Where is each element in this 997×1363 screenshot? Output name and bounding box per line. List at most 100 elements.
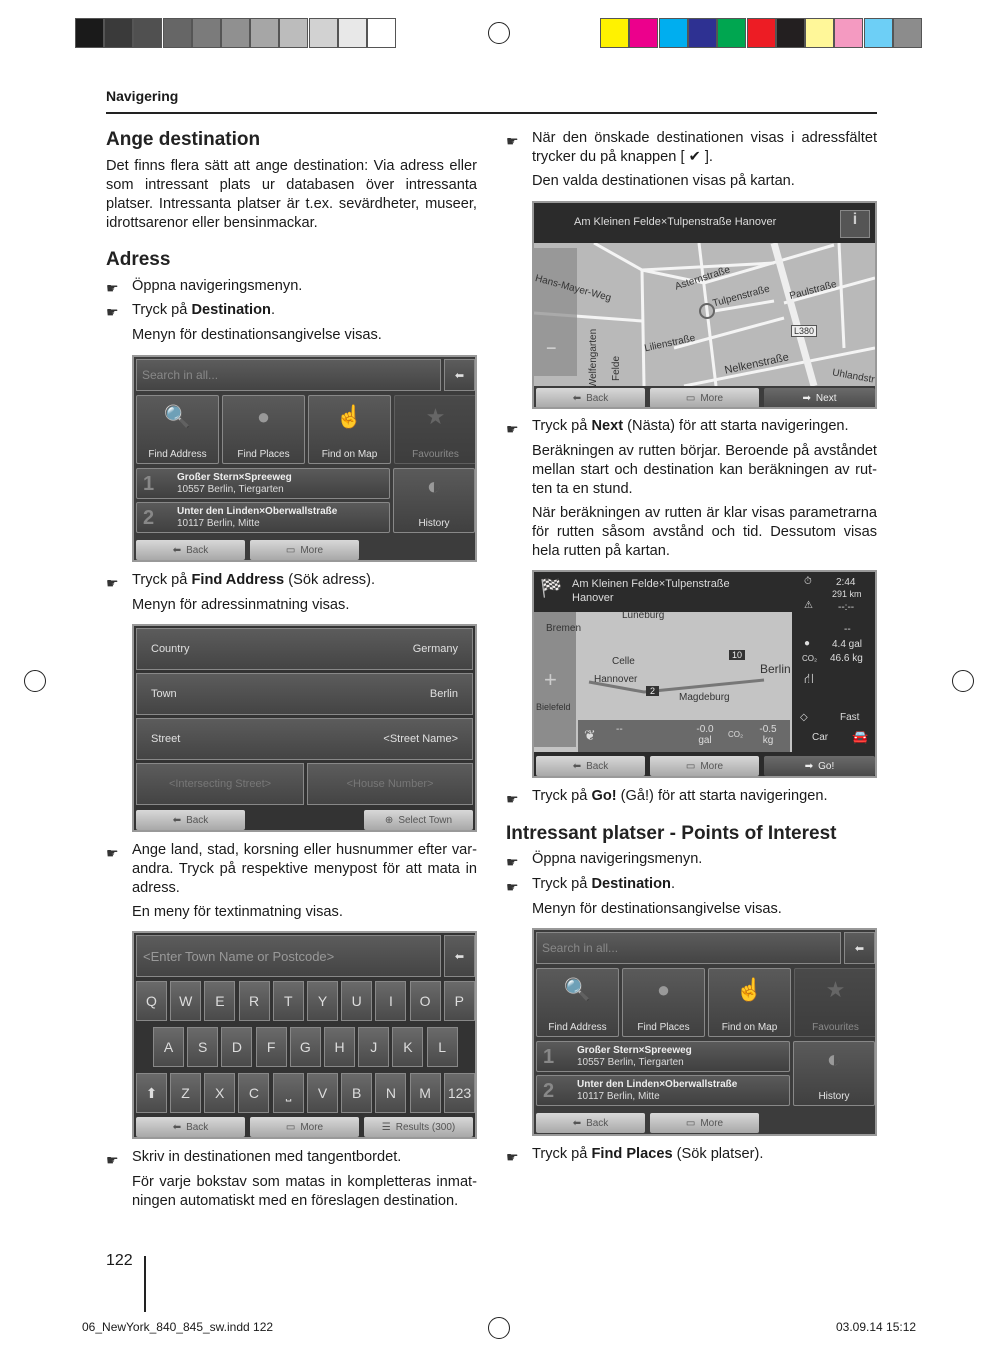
search-field: Search in all... [536, 932, 841, 964]
tile-label: Find Address [548, 1022, 607, 1033]
key-k: K [392, 1027, 424, 1067]
fuel-drop-icon: ● [804, 638, 811, 649]
color-swatch [893, 18, 922, 48]
route-time: 2:44 [836, 577, 856, 588]
eco-fuel: -0.0 gal [696, 724, 714, 746]
destination-menu-screenshot: Search in all... ⬅ 🔍 Find Address ● Find Plac… [132, 355, 477, 562]
pointing-hand-icon: ☝ [335, 404, 364, 429]
numbers-key: 123 [444, 1073, 475, 1113]
history-line2: 10557 Berlin, Tiergarten [177, 484, 284, 495]
map-destination-screenshot: Am Kleinen Felde×Tulpenstraße Hanover i … [532, 201, 877, 409]
step-text: Tryck på Find Address (Sök adress). [132, 572, 376, 588]
step-text: Ange land, stad, korsning eller husnumme… [132, 842, 477, 896]
route-summary-screenshot: 🏁 Am Kleinen Felde×Tulpenstraße Hanover … [532, 570, 877, 778]
calc-paragraph: När beräkningen av rutten är klar visas … [532, 505, 877, 559]
step-text: Öppna navigeringsmenyn. [132, 278, 303, 294]
route-mode: Fast [840, 712, 860, 723]
gray-swatch [308, 18, 338, 48]
route-eta: --:-- [838, 602, 855, 613]
star-icon: ★ [425, 404, 446, 429]
section-header: Navigering [106, 88, 179, 104]
row-label: Town [151, 688, 177, 700]
result-text: En meny för textinmatning visas. [132, 904, 343, 920]
step-text: Tryck på Find Places (Sök platser). [532, 1146, 764, 1162]
key-o: O [409, 981, 441, 1021]
history-line1: Unter den Linden×Oberwallstraße [577, 1079, 738, 1090]
intersecting-street-row: <Intersecting Street> [136, 763, 304, 805]
key-c: C [238, 1073, 270, 1113]
color-swatch [775, 18, 805, 48]
more-icon: ▭ [685, 392, 696, 404]
registration-mark-top [488, 22, 510, 44]
backspace-icon: ⬅ [844, 932, 875, 964]
color-swatch [834, 18, 864, 48]
heading-adress: Adress [106, 249, 171, 270]
row-label: Street [151, 733, 181, 745]
results-button: ☰ Results (300) [364, 1117, 473, 1137]
hand-pointer-icon: ☛ [506, 133, 519, 149]
button-label: Back [586, 1117, 609, 1129]
more-button: ▭ More [650, 756, 759, 776]
intro-paragraph: Det finns flera sätt att ange destinatio… [106, 158, 477, 231]
registration-mark-left [24, 670, 46, 692]
place-pin-icon: ● [656, 977, 671, 1002]
key-q: Q [136, 981, 167, 1021]
history-icon: ◐ [426, 473, 442, 500]
step-text: När den önskade destinationen visas i ad… [532, 130, 877, 165]
co2-icon: CO₂ [728, 730, 744, 739]
tile-label: Find Address [148, 449, 207, 460]
warning-icon: ⚠ [804, 600, 813, 611]
key-t: T [272, 981, 304, 1021]
heading-poi: Intressant platser - Points of Interest [506, 823, 837, 844]
button-label: Back [186, 1121, 209, 1133]
step-text: Öppna navigeringsmenyn. [532, 851, 703, 867]
country-row: Country Germany [136, 628, 473, 670]
car-icon: 🚘 [852, 729, 869, 744]
hand-pointer-icon: ☛ [106, 304, 119, 320]
tile-favourites: ★ Favourites [794, 968, 875, 1037]
color-swatch [629, 18, 659, 48]
more-icon: ▭ [685, 760, 696, 772]
info-icon: i [840, 210, 870, 238]
result-text: Menyn för adressinmatning visas. [132, 597, 350, 613]
step-text: Skriv in destinationen med tangentbordet… [132, 1149, 402, 1165]
step-text: Tryck på Destination. [532, 876, 675, 892]
heading-ange-destination: Ange destination [106, 129, 261, 150]
route-map: + Bremen Luneburg Celle Hannover Berlin … [534, 610, 792, 752]
key-i: I [375, 981, 407, 1021]
hand-pointer-icon: ☛ [106, 575, 119, 591]
button-label: More [700, 1117, 724, 1129]
street-label: Felde [611, 355, 623, 382]
hand-pointer-icon: ☛ [106, 845, 119, 861]
forward-arrow-icon: ➡ [804, 760, 814, 772]
tile-label: Favourites [812, 1022, 859, 1033]
key-f: F [255, 1027, 287, 1067]
route-info-panel: ⏱ 2:44 291 km ⚠ --:-- -- ● 4.4 gal CO₂ 4… [796, 572, 875, 752]
gray-swatch [162, 18, 192, 48]
house-number-row: <House Number> [307, 763, 473, 805]
route-vehicle: Car [812, 732, 829, 743]
page-number-rule [144, 1256, 146, 1312]
tile-label: Find Places [237, 449, 290, 460]
color-swatch [805, 18, 835, 48]
button-label: Select Town [398, 814, 453, 826]
key-u: U [341, 981, 373, 1021]
page-number: 122 [106, 1252, 133, 1269]
history-number: 2 [543, 1080, 555, 1102]
tile-find-address: 🔍 Find Address [536, 968, 619, 1037]
more-icon: ▭ [685, 1117, 696, 1129]
color-swatch [687, 18, 717, 48]
city-label: Celle [612, 656, 635, 667]
history-line2: 10117 Berlin, Mitte [177, 518, 260, 529]
road-number-badge: 10 [729, 650, 746, 660]
star-icon: ★ [825, 977, 846, 1002]
key-x: X [204, 1073, 236, 1113]
street-row: Street <Street Name> [136, 718, 473, 760]
key-w: W [170, 981, 202, 1021]
result-text: Den valda destinationen visas på kartan. [532, 173, 795, 189]
button-label: More [300, 1121, 324, 1133]
hand-pointer-icon: ☛ [106, 280, 119, 296]
place-pin-icon: ● [256, 404, 271, 429]
city-label: Bremen [546, 623, 582, 634]
key-n: N [375, 1073, 407, 1113]
